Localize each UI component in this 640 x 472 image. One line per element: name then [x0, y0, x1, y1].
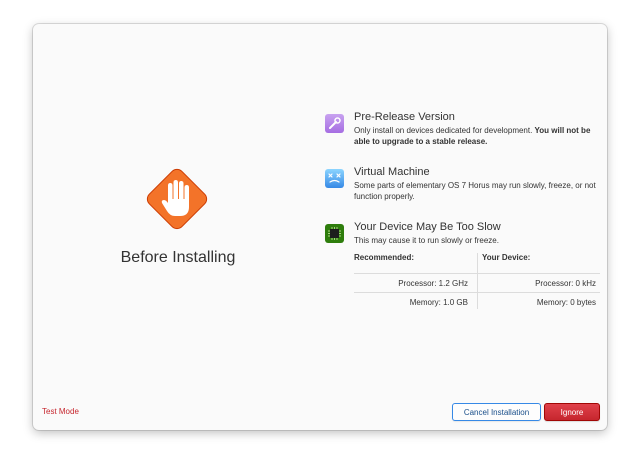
hero-pane: Before Installing	[33, 24, 323, 384]
issue-description: Some parts of elementary OS 7 Horus may …	[354, 181, 596, 201]
virtual-machine-icon	[325, 169, 344, 188]
recommended-memory: Memory: 1.0 GB	[409, 298, 468, 307]
recommended-header: Recommended:	[354, 253, 415, 262]
issue-description: Only install on devices dedicated for de…	[354, 126, 591, 146]
issue-title: Virtual Machine	[354, 166, 430, 178]
installer-window: Before Installing Pre-Release Version On…	[33, 24, 607, 430]
issue-title: Pre-Release Version	[354, 111, 455, 123]
device-processor: Processor: 0 kHz	[535, 279, 596, 288]
processor-chip-icon	[325, 224, 344, 243]
divider	[477, 253, 478, 309]
device-memory: Memory: 0 bytes	[536, 298, 596, 307]
stop-hand-icon	[137, 159, 217, 239]
cancel-installation-button[interactable]: Cancel Installation	[452, 403, 541, 421]
wrench-icon	[325, 114, 344, 133]
issue-description: This may cause it to run slowly or freez…	[354, 236, 499, 245]
issue-title: Your Device May Be Too Slow	[354, 221, 501, 233]
recommended-processor: Processor: 1.2 GHz	[398, 279, 468, 288]
ignore-button[interactable]: Ignore	[544, 403, 600, 421]
test-mode-label: Test Mode	[42, 407, 79, 416]
page-title: Before Installing	[120, 249, 236, 266]
device-header: Your Device:	[482, 253, 531, 262]
